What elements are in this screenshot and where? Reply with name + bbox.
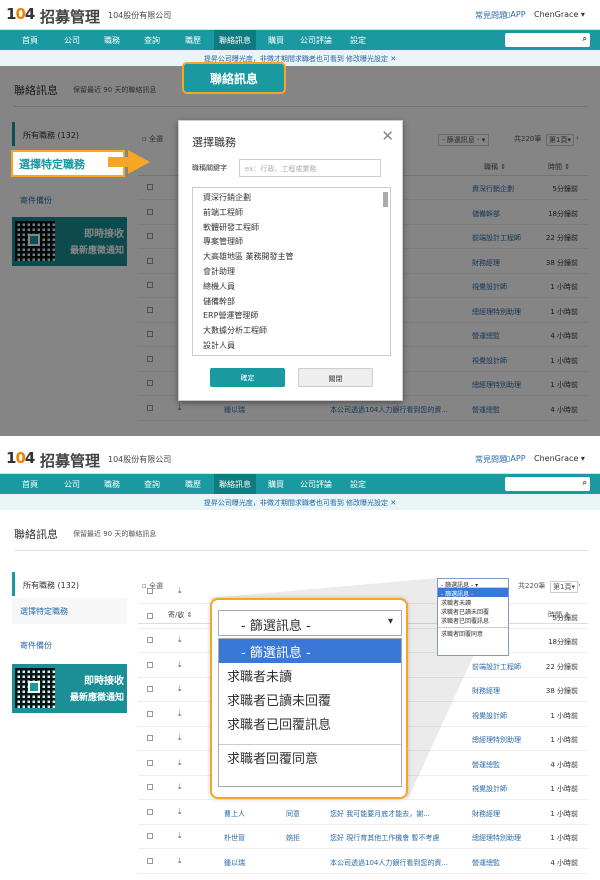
filter-options-list: - 篩選訊息 - 求職者未讀 求職者已讀未回覆 求職者已回覆訊息 求職者回覆同意	[218, 638, 402, 787]
highlight-bubble-messages: 聯絡訊息	[182, 62, 286, 94]
close-icon[interactable]: ✕	[381, 127, 394, 145]
main-nav: 首頁 公司 職務 查詢 職歷 聯絡訊息 購買 公司評論 設定 請輸入人才關鍵字 ⌕	[0, 30, 600, 50]
panel-separator	[0, 436, 600, 444]
scrollbar[interactable]	[383, 192, 388, 207]
filter-option-replied[interactable]: 求職者已回覆訊息	[219, 711, 401, 735]
filter-dropdown-small[interactable]: - 篩選訊息 - ▾ - 篩選訊息 - 求職者未讀 求職者已讀未回覆 求職者已回…	[437, 578, 509, 656]
filter-small-header[interactable]: - 篩選訊息 - ▾	[438, 579, 508, 589]
top-bar: 104 招募管理 104股份有限公司 常見問題 ▯APP ChenGrace ▾	[0, 0, 600, 30]
nav-item-query[interactable]: 查詢	[144, 35, 160, 46]
job-option[interactable]: 軟體研發工程師	[203, 222, 380, 237]
filter-select-header[interactable]: - 篩選訊息 - ▾	[218, 610, 402, 636]
job-option[interactable]: ERP營運管理師	[203, 310, 380, 325]
screenshot-panel-modal: 104 招募管理 104股份有限公司 常見問題 ▯APP ChenGrace ▾…	[0, 0, 600, 436]
nav-item-messages[interactable]: 聯絡訊息	[214, 30, 256, 50]
filter-option-read-unreplied[interactable]: 求職者已讀未回覆	[219, 687, 401, 711]
filter-option-none[interactable]: - 篩選訊息 -	[219, 639, 401, 663]
filter-small-option[interactable]: 求職者未讀	[438, 597, 508, 607]
company-name: 104股份有限公司	[108, 11, 172, 20]
filter-option-agreed[interactable]: 求職者回覆同意	[219, 745, 401, 769]
arrow-right-icon	[128, 150, 150, 174]
nav-item-settings[interactable]: 設定	[350, 35, 366, 46]
keyword-label: 職稱關鍵字	[192, 164, 227, 172]
nav-item-home[interactable]: 首頁	[22, 35, 38, 46]
screenshot-panel-filter: 104 招募管理 104股份有限公司 常見問題 ▯APP ChenGrace ▾…	[0, 444, 600, 880]
nav-item-company[interactable]: 公司	[64, 35, 80, 46]
select-job-dialog: 選擇職務 ✕ 職稱關鍵字 ex：行政、工程或業務 資深行銷企劃 前端工程師 軟體研發…	[178, 120, 403, 401]
nav-item-reviews[interactable]: 公司評論	[300, 35, 332, 46]
nav-item-resume[interactable]: 職歷	[185, 35, 201, 46]
job-option[interactable]: 儲備幹部	[203, 296, 380, 311]
job-option[interactable]: 會計助理	[203, 266, 380, 281]
filter-dropdown-zoomed: - 篩選訊息 - ▾ - 篩選訊息 - 求職者未讀 求職者已讀未回覆 求職者已回覆…	[210, 598, 408, 799]
close-button[interactable]: 關閉	[298, 368, 373, 387]
job-option[interactable]: 資深行銷企劃	[203, 192, 380, 207]
faq-link[interactable]: 常見問題	[475, 10, 507, 21]
nav-item-buy[interactable]: 購買	[268, 35, 284, 46]
user-menu[interactable]: ChenGrace ▾	[534, 10, 585, 19]
job-option[interactable]: 設計人員	[203, 340, 380, 355]
nav-item-jobs[interactable]: 職務	[104, 35, 120, 46]
caret-down-icon: ▾	[387, 616, 393, 627]
brand-title: 招募管理	[40, 8, 101, 26]
job-listbox[interactable]: 資深行銷企劃 前端工程師 軟體研發工程師 專案管理師 大高雄地區 業務開發主管 會計助理總…	[192, 187, 391, 356]
job-option[interactable]: 大數據分析工程師	[203, 325, 380, 340]
notice-bar[interactable]: 提昇公司曝光度，非徵才期間求職者也可看到 修改曝光設定 ✕	[0, 50, 600, 66]
filter-divider	[219, 735, 401, 745]
job-option[interactable]: 專案管理師	[203, 236, 380, 251]
filter-small-option[interactable]: 求職者已回覆訊息	[438, 615, 508, 625]
job-option[interactable]: 大高雄地區 業務開發主管	[203, 251, 380, 266]
filter-small-option[interactable]: 求職者回覆同意	[438, 628, 508, 638]
job-option[interactable]: 總機人員	[203, 281, 380, 296]
confirm-button[interactable]: 確定	[210, 368, 285, 387]
keyword-input[interactable]: ex：行政、工程或業務	[239, 159, 381, 177]
chevron-down-icon: ▾	[580, 10, 585, 19]
filter-option-unread[interactable]: 求職者未讀	[219, 663, 401, 687]
app-link[interactable]: ▯APP	[506, 10, 526, 19]
job-option[interactable]: 前端工程師	[203, 207, 380, 222]
talent-search-input[interactable]: 請輸入人才關鍵字 ⌕	[505, 33, 590, 48]
arrow-shaft	[108, 157, 130, 167]
filter-small-option[interactable]: - 篩選訊息 -	[438, 588, 508, 598]
logo[interactable]: 104	[6, 5, 35, 23]
dialog-title: 選擇職務	[192, 136, 236, 149]
search-icon[interactable]: ⌕	[583, 34, 587, 44]
filter-small-option[interactable]: 求職者已讀未回覆	[438, 606, 508, 616]
